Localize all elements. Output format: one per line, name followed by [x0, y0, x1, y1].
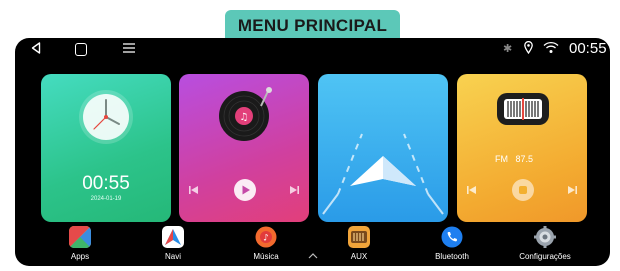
clock-widget-date: 2024-01-19	[90, 196, 122, 202]
back-icon[interactable]	[31, 42, 41, 54]
analog-clock-icon	[79, 90, 133, 144]
vinyl-record-icon: ♫	[219, 87, 272, 141]
status-bar: ✱ 00:55	[15, 38, 610, 60]
status-time: 00:55	[569, 40, 607, 57]
radio-frequency: FM 87.5	[495, 154, 533, 164]
navigation-arrow-icon	[322, 133, 444, 215]
svg-text:♫: ♫	[240, 112, 249, 123]
app-dock: Apps Navi ♪ Música AUX Bluetooth Configu…	[15, 223, 610, 266]
clock-widget-time: 00:55	[82, 173, 130, 194]
aux-icon	[348, 226, 370, 248]
dock-label-bluetooth: Bluetooth	[435, 252, 469, 261]
dock-label-configuracoes: Configurações	[519, 252, 571, 261]
clock-widget[interactable]: 00:55 2024-01-19	[41, 74, 171, 222]
head-unit-screen: ✱ 00:55 00:55 2024-01-19 ♫ FM 87.5 Apps …	[15, 38, 610, 266]
dock-label-apps: Apps	[70, 252, 90, 261]
navigation-widget[interactable]	[318, 74, 448, 222]
dock-item-navi[interactable]: Navi	[128, 223, 218, 266]
menu-icon[interactable]	[123, 42, 135, 54]
radio-frequency-value: 87.5	[515, 154, 534, 164]
music-widget[interactable]: ♫	[179, 74, 309, 222]
bluetooth-icon: ✱	[503, 43, 513, 55]
dock-item-apps[interactable]: Apps	[35, 223, 125, 266]
apps-icon	[69, 226, 91, 248]
bluetooth-phone-icon	[441, 226, 463, 248]
dock-item-aux[interactable]: AUX	[314, 223, 404, 266]
next-track-icon[interactable]	[289, 185, 299, 195]
settings-icon	[534, 226, 556, 248]
radio-icon	[497, 93, 549, 125]
home-icon[interactable]	[75, 43, 87, 56]
dock-item-musica[interactable]: ♪ Música	[221, 223, 311, 266]
svg-text:♪: ♪	[263, 234, 269, 244]
dock-item-configuracoes[interactable]: Configurações	[500, 223, 590, 266]
navi-icon	[162, 226, 184, 248]
music-icon: ♪	[255, 226, 277, 248]
dock-label-musica: Música	[253, 252, 279, 261]
radio-widget[interactable]: FM 87.5	[457, 74, 587, 222]
dock-label-aux: AUX	[350, 252, 368, 261]
previous-station-icon[interactable]	[467, 185, 477, 195]
radio-band: FM	[495, 154, 508, 164]
dock-item-bluetooth[interactable]: Bluetooth	[407, 223, 497, 266]
previous-track-icon[interactable]	[189, 185, 199, 195]
dock-label-navi: Navi	[164, 252, 181, 261]
wifi-icon	[543, 41, 559, 53]
chevron-up-icon[interactable]	[308, 253, 318, 259]
location-icon	[524, 41, 533, 54]
radio-power-button[interactable]	[512, 179, 534, 201]
play-button[interactable]	[234, 179, 256, 201]
next-station-icon[interactable]	[567, 185, 577, 195]
